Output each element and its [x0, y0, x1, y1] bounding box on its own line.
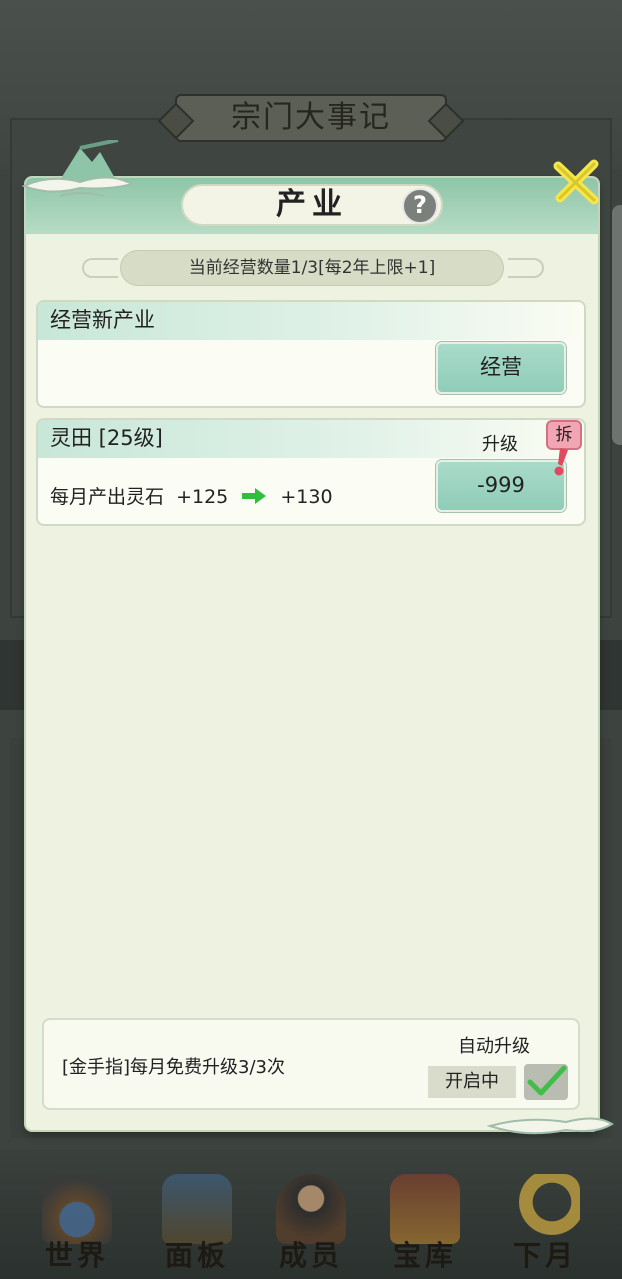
auto-upgrade-panel: [金手指]每月免费升级3/3次 自动升级 开启中	[42, 1018, 580, 1110]
new-industry-card: 经营新产业 经营	[36, 300, 586, 408]
free-upgrade-text: [金手指]每月免费升级3/3次	[62, 1057, 286, 1078]
output-text: 每月产出灵石	[50, 486, 165, 508]
nav-members[interactable]: 成员	[256, 1168, 366, 1278]
auto-upgrade-checkbox[interactable]	[524, 1064, 568, 1100]
output-line: 每月产出灵石 +125 +130	[50, 482, 333, 509]
alert-icon	[554, 448, 568, 476]
nav-label-members: 成员	[278, 1239, 343, 1272]
auto-upgrade-label: 自动升级	[458, 1036, 530, 1057]
cloud-mountain-decoration	[21, 140, 135, 197]
nav-label-panel: 面板	[164, 1239, 229, 1272]
industry-card: 灵田 [25级] 升级 每月产出灵石 +125 +130 -999	[36, 418, 586, 526]
upgrade-label: 升级	[482, 434, 518, 455]
auto-upgrade-status: 开启中	[428, 1066, 516, 1098]
upgrade-button[interactable]: -999	[436, 460, 566, 512]
nav-panel[interactable]: 面板	[142, 1168, 252, 1278]
industry-dialog: 产业 ? 当前经营数量1/3[每2年上限+1] 经营新产业 经营 灵田 [25级…	[26, 178, 598, 1130]
close-icon[interactable]	[550, 156, 602, 208]
demolish-button[interactable]: 拆	[546, 420, 582, 450]
nav-next-month[interactable]: 下月	[490, 1168, 600, 1278]
output-current: +125	[176, 486, 229, 508]
nav-label-next-month: 下月	[512, 1239, 577, 1272]
cloud-decoration	[486, 1117, 614, 1135]
new-industry-heading: 经营新产业	[38, 302, 584, 340]
nav-world[interactable]: 世界	[22, 1168, 132, 1278]
operation-count: 当前经营数量1/3[每2年上限+1]	[120, 250, 504, 286]
background-scrollbar	[612, 205, 622, 445]
arrow-right-icon	[242, 488, 267, 504]
checkmark-icon	[527, 1065, 567, 1096]
ornament-left	[82, 258, 118, 278]
background-title: 宗门大事记	[175, 94, 447, 142]
nav-label-world: 世界	[44, 1239, 109, 1272]
question-icon[interactable]: ?	[402, 188, 438, 224]
ornament-right	[508, 258, 544, 278]
operate-button[interactable]: 经营	[436, 342, 566, 394]
nav-vault[interactable]: 宝库	[370, 1168, 480, 1278]
nav-label-vault: 宝库	[392, 1239, 457, 1272]
output-next: +130	[280, 486, 333, 508]
